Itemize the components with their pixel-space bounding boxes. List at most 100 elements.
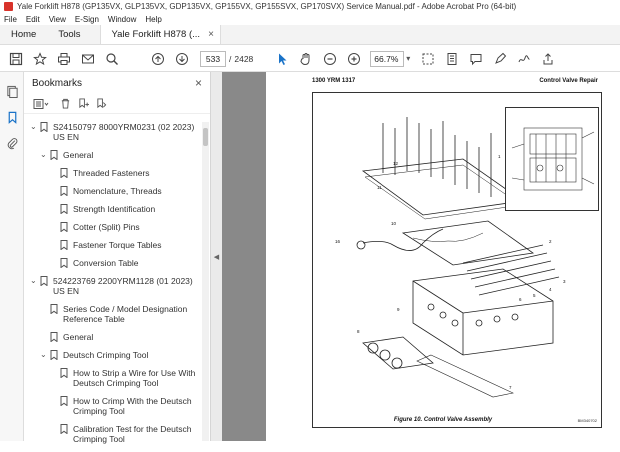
highlight-icon[interactable] <box>488 48 512 70</box>
bookmark-label: General <box>63 150 94 160</box>
bookmark-item[interactable]: How to Strip a Wire for Use With Deutsch… <box>24 368 202 388</box>
select-cursor-icon[interactable] <box>270 48 294 70</box>
bookmark-item[interactable]: Threaded Fasteners <box>24 168 202 179</box>
bookmark-item[interactable]: ⌄ Deutsch Crimping Tool <box>24 350 202 361</box>
callout-label: 10 <box>391 221 397 226</box>
bookmark-label: Calibration Test for the Deutsch Crimpin… <box>73 424 192 444</box>
bookmark-item[interactable]: Strength Identification <box>24 204 202 215</box>
bookmark-label: Deutsch Crimping Tool <box>63 350 149 360</box>
menu-esign[interactable]: E-Sign <box>75 15 99 24</box>
bookmark-icon <box>60 204 68 215</box>
bookmark-label: Series Code / Model Designation Referenc… <box>63 304 188 324</box>
prev-page-icon[interactable] <box>146 48 170 70</box>
bookmark-icon <box>40 122 48 133</box>
bookmark-item[interactable]: ⌄ General <box>24 150 202 161</box>
zoom-out-icon[interactable] <box>318 48 342 70</box>
save-icon[interactable] <box>4 48 28 70</box>
bookmark-icon <box>60 240 68 251</box>
page-thumbnails-icon[interactable] <box>0 78 24 104</box>
document-viewport[interactable]: 1300 YRM 1317 Control Valve Repair 1 2 3… <box>222 72 620 441</box>
bookmark-label: Fastener Torque Tables <box>73 240 162 250</box>
collapse-chevron-icon[interactable]: ⌄ <box>30 122 40 132</box>
bookmark-item[interactable]: ⌄ 524223769 2200YRM1128 (01 2023) US EN <box>24 276 202 296</box>
tab-document[interactable]: Yale Forklift H878 (... × <box>99 25 221 44</box>
bookmark-label: Nomenclature, Threads <box>73 186 162 196</box>
bookmarks-panel-title: Bookmarks <box>32 77 83 89</box>
bookmark-item[interactable]: Series Code / Model Designation Referenc… <box>24 304 202 324</box>
print-icon[interactable] <box>52 48 76 70</box>
zoom-level-value: 66.7% <box>374 53 399 64</box>
collapse-chevron-icon[interactable]: ⌄ <box>40 150 50 160</box>
email-icon[interactable] <box>76 48 100 70</box>
bookmark-item[interactable]: ⌄ S24150797 8000YRM0231 (02 2023) US EN <box>24 122 202 142</box>
collapse-chevron-icon[interactable]: ⌄ <box>30 276 40 286</box>
callout-label: 11 <box>377 185 382 190</box>
acrobat-app-icon <box>4 2 13 11</box>
bookmark-icon <box>60 396 68 407</box>
callout-label: 12 <box>393 161 399 166</box>
page-number-input[interactable]: 533 <box>200 50 226 67</box>
bookmark-options-icon[interactable] <box>32 96 50 112</box>
bookmarks-panel: Bookmarks × ⌄ S24150797 8000YRM0231 (02 … <box>24 72 210 444</box>
collapse-chevron-icon[interactable]: ⌄ <box>40 350 50 360</box>
callout-label: 1 <box>498 154 501 159</box>
collapse-panel-icon[interactable]: ◀ <box>214 253 219 261</box>
inset-detail-view <box>505 107 599 211</box>
comment-icon[interactable] <box>464 48 488 70</box>
inset-drawing <box>511 127 595 191</box>
bookmark-item[interactable]: Conversion Table <box>24 258 202 269</box>
bookmark-item[interactable]: How to Crimp With the Deutsch Crimping T… <box>24 396 202 416</box>
search-icon[interactable] <box>100 48 124 70</box>
expand-bookmark-icon[interactable] <box>92 96 110 112</box>
tab-document-label: Yale Forklift H878 (... <box>111 29 201 40</box>
bookmark-icon <box>40 276 48 287</box>
bookmarks-scrollbar[interactable] <box>202 122 209 441</box>
tab-home[interactable]: Home <box>0 25 47 44</box>
bookmark-icon <box>60 424 68 435</box>
bookmark-item[interactable]: Fastener Torque Tables <box>24 240 202 251</box>
menu-file[interactable]: File <box>4 15 17 24</box>
fit-page-icon[interactable] <box>440 48 464 70</box>
tab-tools[interactable]: Tools <box>47 25 91 44</box>
bookmark-label: Conversion Table <box>73 258 139 268</box>
bookmark-label: How to Crimp With the Deutsch Crimping T… <box>73 396 192 416</box>
bookmark-item[interactable]: Cotter (Split) Pins <box>24 222 202 233</box>
close-tab-icon[interactable]: × <box>208 29 214 40</box>
bookmark-label: Strength Identification <box>73 204 156 214</box>
scrollbar-thumb[interactable] <box>203 128 208 146</box>
window-titlebar: Yale Forklift H878 (GP135VX, GLP135VX, G… <box>0 0 620 13</box>
close-panel-icon[interactable]: × <box>195 76 202 90</box>
attachments-icon[interactable] <box>0 130 24 156</box>
callout-label: 3 <box>563 279 566 284</box>
sign-icon[interactable] <box>512 48 536 70</box>
bookmark-item[interactable]: General <box>24 332 202 343</box>
zoom-level-input[interactable]: 66.7% <box>370 50 405 67</box>
menu-edit[interactable]: Edit <box>26 15 40 24</box>
bookmark-icon <box>60 258 68 269</box>
next-page-icon[interactable] <box>170 48 194 70</box>
bookmarks-panel-header: Bookmarks × <box>24 72 210 94</box>
figure-frame: 1 2 3 4 5 6 7 8 9 10 11 12 13 14 15 16 <box>312 92 602 428</box>
new-bookmark-icon[interactable] <box>74 96 92 112</box>
bookmark-item[interactable]: Calibration Test for the Deutsch Crimpin… <box>24 424 202 444</box>
bookmarks-panel-icon[interactable] <box>0 104 24 130</box>
marquee-zoom-icon[interactable] <box>416 48 440 70</box>
bookmark-icon <box>60 168 68 179</box>
bookmark-star-icon[interactable] <box>28 48 52 70</box>
callout-label: 8 <box>357 329 360 334</box>
menu-window[interactable]: Window <box>108 15 136 24</box>
callout-label: 2 <box>549 239 552 244</box>
hand-icon[interactable] <box>294 48 318 70</box>
zoom-in-icon[interactable] <box>342 48 366 70</box>
share-icon[interactable] <box>536 48 560 70</box>
bookmark-icon <box>60 368 68 379</box>
bookmark-label: S24150797 8000YRM0231 (02 2023) US EN <box>53 122 195 142</box>
delete-bookmark-icon[interactable] <box>56 96 74 112</box>
menu-help[interactable]: Help <box>145 15 161 24</box>
zoom-dropdown-icon[interactable]: ▾ <box>406 54 410 63</box>
callout-label: 5 <box>533 293 536 298</box>
menu-view[interactable]: View <box>49 15 66 24</box>
panel-splitter[interactable]: ◀ <box>210 72 222 441</box>
bookmark-item[interactable]: Nomenclature, Threads <box>24 186 202 197</box>
figure-caption: Figure 10. Control Valve Assembly <box>393 417 493 423</box>
